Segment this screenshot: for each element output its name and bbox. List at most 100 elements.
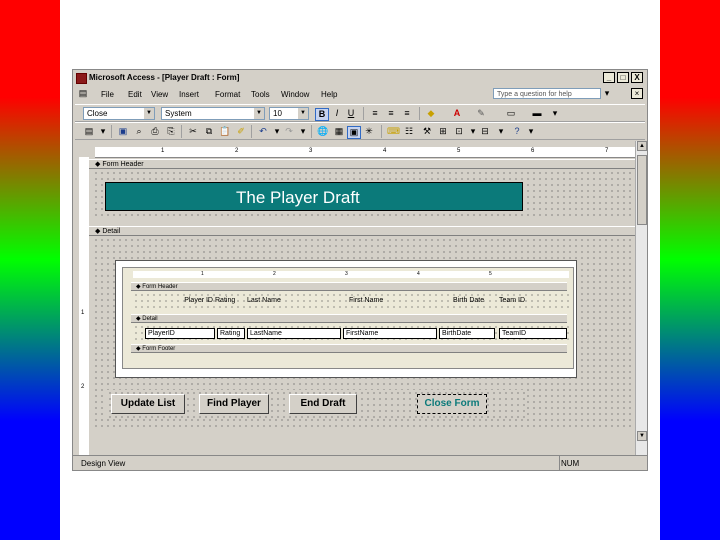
ruler-mark: 3	[309, 148, 313, 154]
align-center-icon[interactable]: ≡	[385, 108, 397, 119]
subform-header-label: Form Header	[142, 284, 178, 290]
menu-edit[interactable]: Edit	[128, 90, 142, 99]
ask-dropdown-icon[interactable]: ▾	[601, 88, 613, 99]
scroll-thumb[interactable]	[637, 155, 647, 225]
chevron-down-icon[interactable]: ▾	[271, 126, 283, 137]
autoformat-icon[interactable]: ✳	[363, 126, 375, 137]
ruler-mark: 1	[81, 310, 85, 316]
menu-tools[interactable]: Tools	[251, 90, 270, 99]
find-player-button[interactable]: Find Player	[199, 394, 269, 414]
ruler-mark: 1	[201, 271, 204, 277]
field-rating[interactable]: Rating	[217, 328, 245, 339]
chevron-down-icon[interactable]: ▾	[525, 126, 537, 137]
format-painter-icon[interactable]: ✐	[235, 126, 247, 137]
line-width-icon[interactable]: ▭	[505, 108, 517, 119]
ruler-mark: 7	[605, 148, 609, 154]
ruler-mark: 4	[417, 271, 420, 277]
font-combo[interactable]: System ▼	[161, 107, 265, 120]
title-bar: Microsoft Access - [Player Draft : Form]…	[73, 70, 647, 86]
header-birth-date: Birth Date	[453, 297, 485, 304]
toolbar-separator	[311, 125, 312, 138]
bold-button[interactable]: B	[315, 108, 329, 121]
italic-button[interactable]: I	[331, 108, 343, 119]
form-design-toolbar: ▤ ▾ ▣ ⌕ ⎙ ⎘ ✂ ⧉ 📋 ✐ ↶ ▾ ↷ ▾ 🌐 ▦ ▣ ✳ ⌨ ☷ …	[75, 122, 645, 140]
view-icon[interactable]: ▤	[83, 126, 95, 137]
header-rating: Rating	[215, 297, 236, 304]
end-draft-button[interactable]: End Draft	[289, 394, 357, 414]
line-color-icon[interactable]: ✎	[475, 108, 487, 119]
properties-icon[interactable]: ☷	[403, 126, 415, 137]
chevron-down-icon[interactable]: ▾	[297, 126, 309, 137]
menu-help[interactable]: Help	[321, 90, 337, 99]
restore-button[interactable]: □	[617, 72, 629, 83]
ruler-mark: 1	[161, 148, 165, 154]
copy-icon[interactable]: ⧉	[203, 126, 215, 137]
align-left-icon[interactable]: ≡	[369, 108, 381, 119]
print-icon[interactable]: ⎙	[149, 126, 161, 137]
scroll-down-arrow[interactable]: ▼	[637, 431, 647, 441]
menu-window[interactable]: Window	[281, 90, 309, 99]
field-list-icon[interactable]: ▦	[333, 126, 345, 137]
font-color-icon[interactable]: A	[451, 108, 463, 119]
close-form-button[interactable]: Close Form	[417, 394, 487, 414]
code-icon[interactable]: ⌨	[387, 126, 400, 137]
minimize-button[interactable]: _	[603, 72, 615, 83]
subform-detail-bar[interactable]: ◆ Detail	[131, 314, 567, 323]
chevron-down-icon[interactable]: ▾	[97, 126, 109, 137]
close-window-button[interactable]: X	[631, 72, 643, 83]
form-header-section-bar[interactable]: ◆ Form Header	[89, 159, 635, 169]
subform-control[interactable]: 1 2 3 4 5 ◆ Form Header Player ID Rating…	[115, 260, 577, 378]
access-window: Microsoft Access - [Player Draft : Form]…	[72, 69, 648, 471]
toolbar-separator	[251, 125, 252, 138]
form-menu-icon[interactable]: ▤	[77, 88, 89, 99]
ruler-mark: 5	[489, 271, 492, 277]
update-list-button[interactable]: Update List	[111, 394, 185, 414]
search-icon[interactable]: ⌕	[133, 126, 145, 137]
field-birthdate[interactable]: BirthDate	[439, 328, 495, 339]
menu-file[interactable]: File	[101, 90, 114, 99]
chevron-down-icon: ▼	[298, 108, 308, 119]
chevron-down-icon[interactable]: ▾	[467, 126, 479, 137]
vertical-scrollbar[interactable]: ▲ ▼	[635, 141, 647, 457]
menu-insert[interactable]: Insert	[179, 90, 199, 99]
object-combo[interactable]: Close ▼	[83, 107, 155, 120]
scroll-up-arrow[interactable]: ▲	[637, 141, 647, 151]
close-document-button[interactable]: ×	[631, 88, 643, 99]
ask-question-input[interactable]: Type a question for help	[493, 88, 601, 99]
special-effect-icon[interactable]: ▬	[531, 108, 543, 119]
font-combo-value: System	[165, 109, 192, 118]
field-lastname[interactable]: LastName	[247, 328, 341, 339]
window-title: Microsoft Access - [Player Draft : Form]	[89, 73, 240, 82]
header-team-id: Team ID	[499, 297, 526, 304]
undo-icon[interactable]: ↶	[257, 126, 269, 137]
chevron-down-icon[interactable]: ▾	[495, 126, 507, 137]
paste-icon[interactable]: 📋	[219, 126, 231, 137]
underline-button[interactable]: U	[345, 108, 357, 119]
redo-icon[interactable]: ↷	[283, 126, 295, 137]
toolbar-separator	[381, 125, 382, 138]
menu-view[interactable]: View	[151, 90, 168, 99]
new-object-icon[interactable]: ⊡	[453, 126, 465, 137]
detail-section-bar[interactable]: ◆ Detail	[89, 226, 635, 236]
save-icon[interactable]: ▣	[117, 126, 129, 137]
subform-footer-bar[interactable]: ◆ Form Footer	[131, 344, 567, 353]
font-size-combo[interactable]: 10 ▼	[269, 107, 309, 120]
hyperlink-icon[interactable]: 🌐	[317, 126, 329, 137]
toolbar-separator	[419, 107, 420, 120]
form-title-label[interactable]: The Player Draft	[105, 182, 523, 211]
menu-format[interactable]: Format	[215, 90, 240, 99]
fill-color-icon[interactable]: ◆	[425, 108, 437, 119]
print-preview-icon[interactable]: ⎘	[165, 126, 177, 137]
align-right-icon[interactable]: ≡	[401, 108, 413, 119]
help-icon[interactable]: ?	[511, 126, 523, 137]
build-icon[interactable]: ⚒	[421, 126, 433, 137]
toolbox-icon[interactable]: ▣	[347, 126, 361, 139]
database-window-icon[interactable]: ⊞	[437, 126, 449, 137]
cut-icon[interactable]: ✂	[187, 126, 199, 137]
field-playerid[interactable]: PlayerID	[145, 328, 215, 339]
toolbar-options-icon[interactable]: ⊟	[479, 126, 491, 137]
field-firstname[interactable]: FirstName	[343, 328, 437, 339]
field-teamid[interactable]: TeamID	[499, 328, 567, 339]
subform-header-bar[interactable]: ◆ Form Header	[131, 282, 567, 291]
chevron-down-icon[interactable]: ▾	[549, 108, 561, 119]
